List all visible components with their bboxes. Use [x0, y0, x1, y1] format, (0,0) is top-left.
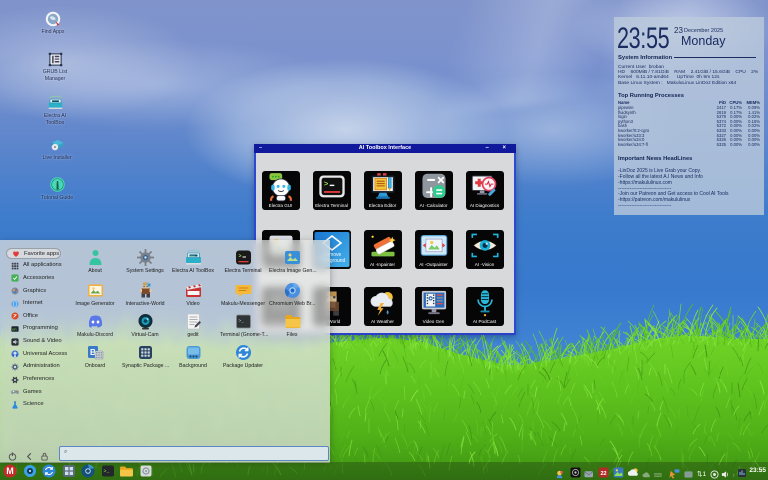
svg-text:⌨: ⌨	[654, 473, 662, 479]
svg-text:↑: ↑	[733, 474, 735, 479]
svg-text:⇅1: ⇅1	[697, 471, 706, 478]
svg-text:>: >	[238, 253, 241, 259]
svg-text:M: M	[6, 466, 14, 476]
svg-text:on: on	[12, 328, 16, 332]
svg-text:TECH: TECH	[190, 254, 196, 257]
svg-text:>: >	[323, 181, 328, 189]
svg-text:>_: >_	[103, 469, 110, 475]
svg-text:i: i	[56, 180, 59, 191]
svg-text:>_: >_	[238, 318, 244, 324]
svg-text:22: 22	[600, 471, 606, 477]
